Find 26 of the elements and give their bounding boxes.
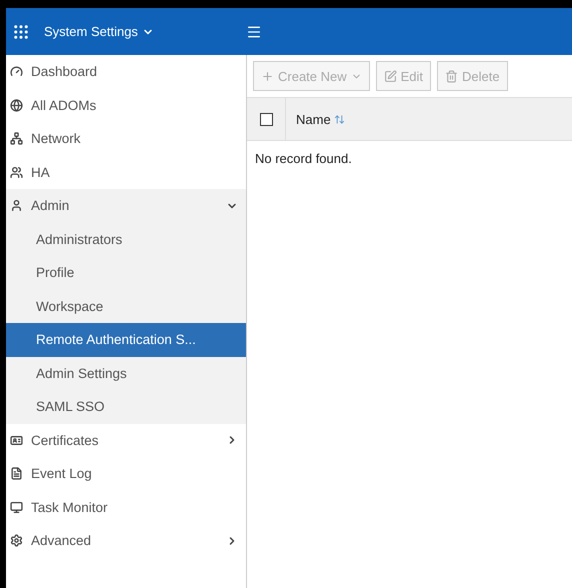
sidebar-subitem[interactable]: Workspace: [6, 290, 246, 323]
network-icon: [10, 132, 23, 146]
sidebar-subitem[interactable]: Admin Settings: [6, 356, 246, 390]
users-icon: [10, 166, 23, 179]
sidebar-subitem[interactable]: Profile: [6, 256, 246, 290]
system-settings-menu[interactable]: System Settings: [44, 24, 154, 39]
grid-icon[interactable]: [12, 22, 30, 40]
monitor-icon: [10, 500, 23, 514]
sort-icon: [334, 114, 345, 124]
id-card-icon: [10, 434, 23, 447]
document-icon: [10, 467, 23, 480]
user-icon: [10, 199, 23, 212]
plus-icon: [261, 70, 274, 82]
edit-icon: [384, 70, 397, 82]
column-header[interactable]: Name: [286, 112, 345, 126]
sidebar-subitem[interactable]: SAML SSO: [6, 390, 246, 424]
sidebar-subitem[interactable]: Remote Authentication S...: [6, 323, 246, 356]
settings-icon: [10, 534, 23, 548]
gauge-icon: [10, 65, 23, 78]
trash-icon: [445, 70, 458, 82]
sidebar-subitem[interactable]: Administrators: [6, 222, 246, 256]
select-all-checkbox[interactable]: [260, 112, 272, 126]
menu-icon[interactable]: [246, 24, 262, 40]
sidebar-item[interactable]: Admin: [6, 189, 246, 222]
empty-message: No record found.: [254, 150, 353, 168]
globe-icon: [10, 98, 23, 112]
